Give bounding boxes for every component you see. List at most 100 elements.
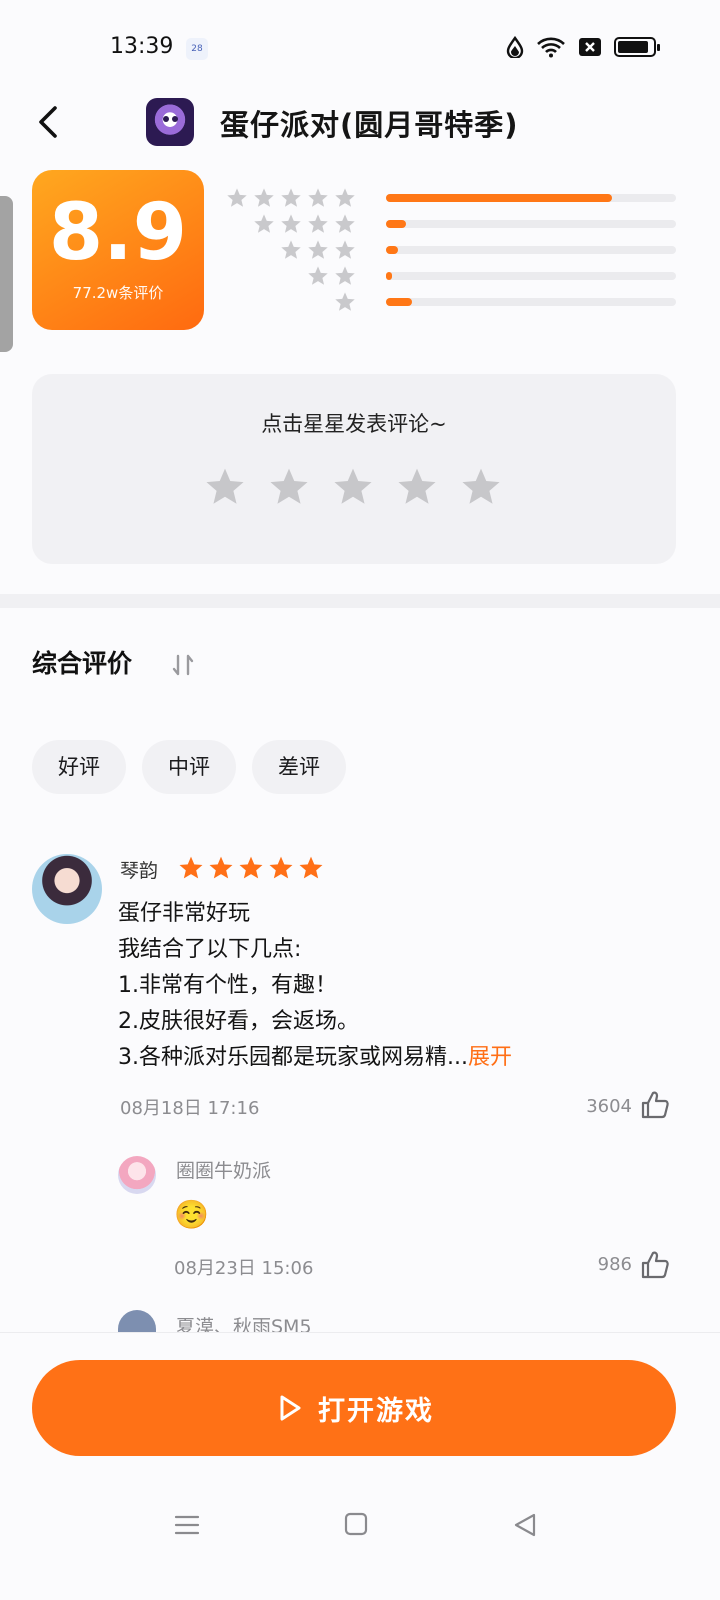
drop-icon: [506, 36, 524, 58]
distribution-bar: [386, 272, 676, 280]
review-line: 1.非常有个性，有趣！: [118, 973, 337, 998]
avatar[interactable]: [32, 854, 102, 924]
star-icon: [281, 188, 301, 207]
status-bar: 13:39 28: [0, 0, 720, 95]
star-icon: [308, 214, 328, 233]
open-game-label: 打开游戏: [318, 1395, 434, 1427]
wifi-icon: [537, 37, 565, 58]
distribution-row: [228, 238, 678, 264]
reply-avatar[interactable]: [118, 1310, 156, 1332]
app-icon: [146, 98, 194, 146]
filter-chip[interactable]: 好评: [32, 740, 126, 794]
star-icon: [308, 266, 328, 285]
no-sim-icon: [579, 38, 601, 56]
reply-avatar[interactable]: [118, 1156, 156, 1194]
edge-panel-handle[interactable]: [0, 196, 13, 352]
star-icon: [254, 188, 274, 207]
review-body[interactable]: 蛋仔非常好玩 我结合了以下几点: 1.非常有个性，有趣！ 2.皮肤很好看，会返场…: [118, 896, 678, 1076]
distribution-bar: [386, 220, 676, 228]
expand-link[interactable]: 展开: [468, 1045, 512, 1070]
review-line-text: 3.各种派对乐园都是玩家或网易精...: [118, 1045, 468, 1070]
sort-icon[interactable]: [170, 652, 196, 678]
thumbs-up-icon[interactable]: [640, 1250, 670, 1280]
open-game-button[interactable]: 打开游戏: [32, 1360, 676, 1456]
star-icon: [335, 266, 355, 285]
star-icon: [308, 188, 328, 207]
star-icon: [254, 214, 274, 233]
star-icon: [308, 240, 328, 259]
section-title: 综合评价: [32, 649, 133, 678]
reply-content: ☺️: [174, 1198, 209, 1231]
review-line: 我结合了以下几点:: [118, 937, 302, 962]
distribution-row: [228, 212, 678, 238]
rate-panel: 点击星星发表评论~: [32, 374, 676, 564]
reply-date: 08月23日 15:06: [174, 1258, 314, 1279]
review-count: 77.2w条评价: [72, 284, 164, 302]
review-line: 2.皮肤很好看，会返场。: [118, 1009, 359, 1034]
back-triangle-icon[interactable]: [512, 1512, 538, 1538]
review-line-last: 3.各种派对乐园都是玩家或网易精...展开: [118, 1040, 678, 1076]
rate-star-icon[interactable]: [332, 466, 374, 508]
filter-chip[interactable]: 中评: [142, 740, 236, 794]
review-filters: 好评 中评 差评: [32, 740, 346, 794]
star-icon: [239, 856, 263, 879]
distribution-bar: [386, 246, 676, 254]
star-icon: [179, 856, 203, 879]
chevron-left-icon: [39, 106, 57, 138]
reply-username[interactable]: 夏漠、秋雨SM5: [176, 1312, 312, 1334]
distribution-stars: [226, 187, 356, 209]
rate-stars: [204, 466, 502, 508]
distribution-row: [228, 290, 678, 316]
reply-like-count: 986: [597, 1254, 632, 1275]
status-icons: [506, 36, 660, 58]
distribution-bar-fill: [386, 194, 613, 202]
system-nav-bar: [0, 1500, 720, 1560]
status-time: 13:39: [110, 34, 174, 59]
star-icon: [227, 188, 247, 207]
rate-star-icon[interactable]: [204, 466, 246, 508]
star-icon: [335, 188, 355, 207]
star-icon: [335, 292, 355, 311]
back-button[interactable]: [28, 100, 68, 144]
distribution-row: [228, 264, 678, 290]
page-title: 蛋仔派对(圆月哥特季): [220, 108, 519, 142]
calendar-badge-icon: 28: [186, 38, 208, 60]
filter-chip[interactable]: 差评: [252, 740, 346, 794]
reply-username[interactable]: 圈圈牛奶派: [176, 1156, 271, 1183]
section-divider: [0, 594, 720, 608]
battery-icon: [614, 37, 660, 57]
distribution-bar-fill: [386, 246, 398, 254]
distribution-bar: [386, 298, 676, 306]
review-username[interactable]: 琴韵: [120, 856, 158, 883]
rate-prompt: 点击星星发表评论~: [261, 412, 447, 436]
star-icon: [209, 856, 233, 879]
review-line: 蛋仔非常好玩: [118, 901, 251, 926]
menu-icon[interactable]: [174, 1512, 200, 1538]
star-icon: [269, 856, 293, 879]
distribution-bar-fill: [386, 272, 392, 280]
home-icon[interactable]: [344, 1512, 368, 1536]
rate-star-icon[interactable]: [396, 466, 438, 508]
distribution-bar: [386, 194, 676, 202]
review-like-count: 3604: [586, 1096, 632, 1117]
star-icon: [281, 214, 301, 233]
score-card: 8.9 77.2w条评价: [32, 170, 204, 330]
distribution-stars: [307, 265, 356, 287]
star-icon: [335, 214, 355, 233]
rate-star-icon[interactable]: [460, 466, 502, 508]
review-rating-stars: [178, 855, 324, 881]
star-icon: [299, 856, 323, 879]
play-icon: [280, 1395, 301, 1421]
distribution-bar-fill: [386, 298, 413, 306]
star-icon: [281, 240, 301, 259]
distribution-bar-fill: [386, 220, 407, 228]
distribution-stars: [253, 213, 356, 235]
distribution-stars: [334, 291, 356, 313]
rate-star-icon[interactable]: [268, 466, 310, 508]
distribution-stars: [280, 239, 356, 261]
score-value: 8.9: [48, 188, 188, 278]
thumbs-up-icon[interactable]: [640, 1090, 670, 1120]
star-icon: [335, 240, 355, 259]
review-date: 08月18日 17:16: [120, 1098, 260, 1119]
distribution-row: [226, 186, 678, 212]
